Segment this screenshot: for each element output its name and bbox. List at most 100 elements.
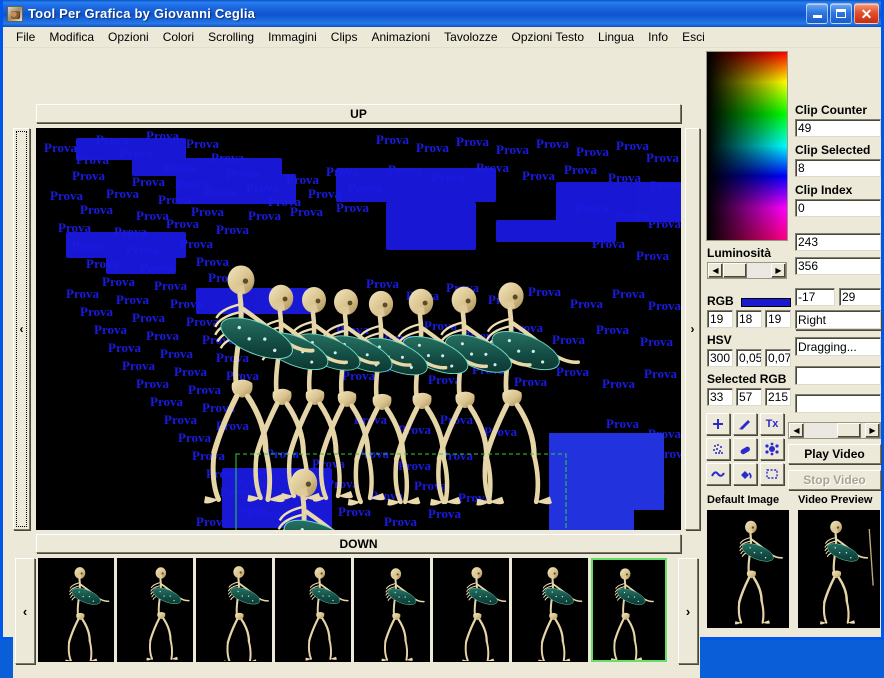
svg-text:Prova: Prova (196, 254, 229, 269)
close-button[interactable]: ✕ (854, 3, 879, 24)
svg-text:Prova: Prova (166, 216, 199, 231)
video-scroll-left-icon[interactable]: ◀ (789, 423, 804, 438)
clip-index-field[interactable]: 0 (795, 199, 881, 217)
menu-opzioni-testo[interactable]: Opzioni Testo (505, 28, 592, 46)
list-item[interactable] (591, 558, 667, 662)
rgb-r-field[interactable]: 19 (707, 310, 733, 328)
play-video-button[interactable]: Play Video (788, 444, 881, 464)
menu-tavolozze[interactable]: Tavolozze (437, 28, 504, 46)
coord-y-field[interactable]: 29 (839, 288, 881, 306)
menu-clips[interactable]: Clips (324, 28, 365, 46)
svg-text:Prova: Prova (522, 168, 555, 183)
selected-r-field[interactable]: 33 (707, 388, 733, 406)
scrollbar-thumb[interactable] (723, 263, 747, 278)
status-action-field[interactable]: Dragging... (795, 337, 881, 356)
add-plus-icon[interactable] (706, 413, 730, 435)
status-extra-field-1[interactable] (795, 366, 881, 385)
default-image-label: Default Image (707, 494, 780, 506)
eraser-icon[interactable] (733, 438, 757, 460)
hsv-h-field[interactable]: 300 (707, 349, 733, 367)
curve-icon[interactable] (706, 463, 730, 485)
fill-bucket-icon[interactable] (733, 463, 757, 485)
svg-text:Prova: Prova (606, 416, 639, 431)
svg-text:Prova: Prova (644, 366, 677, 381)
list-item[interactable] (512, 558, 588, 662)
menu-animazioni[interactable]: Animazioni (364, 28, 437, 46)
hsv-s-field[interactable]: 0,05 (736, 349, 762, 367)
splat-icon[interactable] (760, 438, 784, 460)
text-tool-icon[interactable]: Tx (760, 413, 784, 435)
scroll-up-bar[interactable]: UP (36, 104, 681, 123)
maximize-button[interactable] (830, 3, 852, 24)
clip-counter-label: Clip Counter (795, 103, 867, 117)
menu-scrolling[interactable]: Scrolling (201, 28, 261, 46)
video-scrollbar-track[interactable] (804, 423, 865, 438)
luminosita-scrollbar[interactable]: ◀ ▶ (707, 262, 787, 279)
rgb-g-field[interactable]: 18 (736, 310, 762, 328)
canvas-content: Prova Prova Prova Prova Prova Prova Prova Pro… (36, 128, 681, 530)
height-field[interactable]: 356 (795, 257, 881, 275)
scroll-left-button[interactable]: ‹ (13, 128, 30, 530)
scroll-right-button[interactable]: › (685, 128, 700, 530)
list-item[interactable] (117, 558, 193, 662)
svg-text:Prova: Prova (416, 140, 449, 155)
clip-counter-field[interactable]: 49 (795, 119, 881, 137)
pencil-icon[interactable] (733, 413, 757, 435)
list-item[interactable] (354, 558, 430, 662)
svg-text:Prova: Prova (154, 278, 187, 293)
menu-esci[interactable]: Esci (675, 28, 712, 46)
app-window: Tool Per Grafica by Giovanni Ceglia ✕ Fi… (0, 0, 884, 678)
video-preview[interactable] (798, 510, 880, 628)
menu-colori[interactable]: Colori (156, 28, 201, 46)
width-field[interactable]: 243 (795, 233, 881, 251)
svg-text:Prova: Prova (178, 430, 211, 445)
selected-g-field[interactable]: 57 (736, 388, 762, 406)
coord-x-field[interactable]: -17 (795, 288, 835, 306)
svg-text:Prova: Prova (80, 304, 113, 319)
status-mouse-button-field[interactable]: Right (795, 310, 881, 329)
svg-text:Prova: Prova (164, 412, 197, 427)
hsv-v-field[interactable]: 0,07 (765, 349, 791, 367)
scrollbar-track[interactable] (723, 263, 771, 278)
svg-text:Prova: Prova (496, 142, 529, 157)
filmstrip-prev-button[interactable]: ‹ (15, 558, 35, 664)
menu-lingua[interactable]: Lingua (591, 28, 641, 46)
minimize-button[interactable] (806, 3, 828, 24)
focus-ring (16, 131, 27, 527)
scroll-left-arrow-icon[interactable]: ◀ (708, 263, 723, 278)
svg-text:Prova: Prova (528, 284, 561, 299)
menu-info[interactable]: Info (641, 28, 675, 46)
status-extra-field-2[interactable] (795, 394, 881, 413)
luminosita-label: Luminosità (707, 246, 772, 260)
drawing-canvas[interactable]: Prova Prova Prova Prova Prova Prova Prova Pro… (36, 128, 681, 530)
window-controls: ✕ (806, 3, 879, 24)
video-scroll-right-icon[interactable]: ▶ (865, 423, 880, 438)
menu-file[interactable]: File (9, 28, 42, 46)
default-image-preview[interactable] (707, 510, 789, 628)
menu-modifica[interactable]: Modifica (42, 28, 101, 46)
video-scrollbar[interactable]: ◀ ▶ (788, 422, 881, 439)
clip-selected-field[interactable]: 8 (795, 159, 881, 177)
spray-icon[interactable] (706, 438, 730, 460)
svg-text:Prova: Prova (338, 504, 371, 519)
scroll-down-bar[interactable]: DOWN (36, 534, 681, 553)
svg-text:Prova: Prova (66, 286, 99, 301)
menu-immagini[interactable]: Immagini (261, 28, 324, 46)
rgb-b-field[interactable]: 19 (765, 310, 791, 328)
list-item[interactable] (196, 558, 272, 662)
selected-b-field[interactable]: 215 (765, 388, 791, 406)
color-gradient-picker[interactable] (706, 51, 788, 241)
video-scrollbar-thumb[interactable] (837, 423, 861, 438)
list-item[interactable] (275, 558, 351, 662)
filmstrip-thumbs (38, 558, 674, 664)
editor-area: UP ‹ › Prova Prova Prova Prova Prova Pro… (3, 48, 703, 678)
list-item[interactable] (433, 558, 509, 662)
marquee-select-icon[interactable] (760, 463, 784, 485)
list-item[interactable] (38, 558, 114, 662)
scroll-right-arrow-icon[interactable]: ▶ (771, 263, 786, 278)
svg-text:Prova: Prova (552, 332, 585, 347)
chevron-left-icon: ‹ (22, 603, 28, 619)
filmstrip-next-button[interactable]: › (678, 558, 698, 664)
gradient-swatch (707, 52, 787, 240)
menu-opzioni[interactable]: Opzioni (101, 28, 156, 46)
